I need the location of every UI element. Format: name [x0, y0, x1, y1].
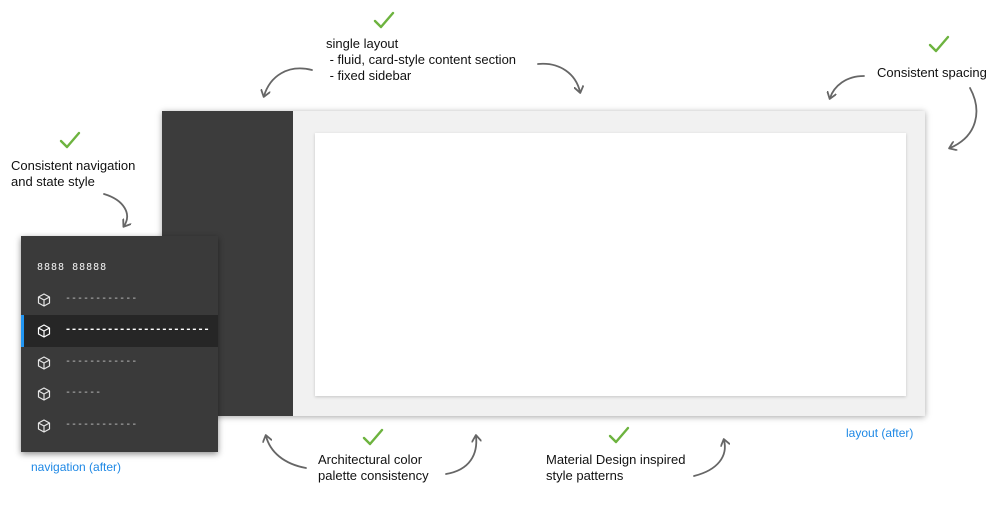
curved-arrow-icon [266, 436, 307, 469]
curved-arrow-icon [830, 75, 865, 98]
curved-arrow-icon [445, 436, 476, 475]
curved-arrow-icon [264, 67, 313, 96]
curved-arrow-icon [103, 193, 127, 226]
curved-arrow-icon [693, 440, 725, 477]
annotation-arrows [103, 62, 978, 477]
curved-arrow-icon [537, 62, 580, 92]
curved-arrow-icon [950, 87, 978, 148]
